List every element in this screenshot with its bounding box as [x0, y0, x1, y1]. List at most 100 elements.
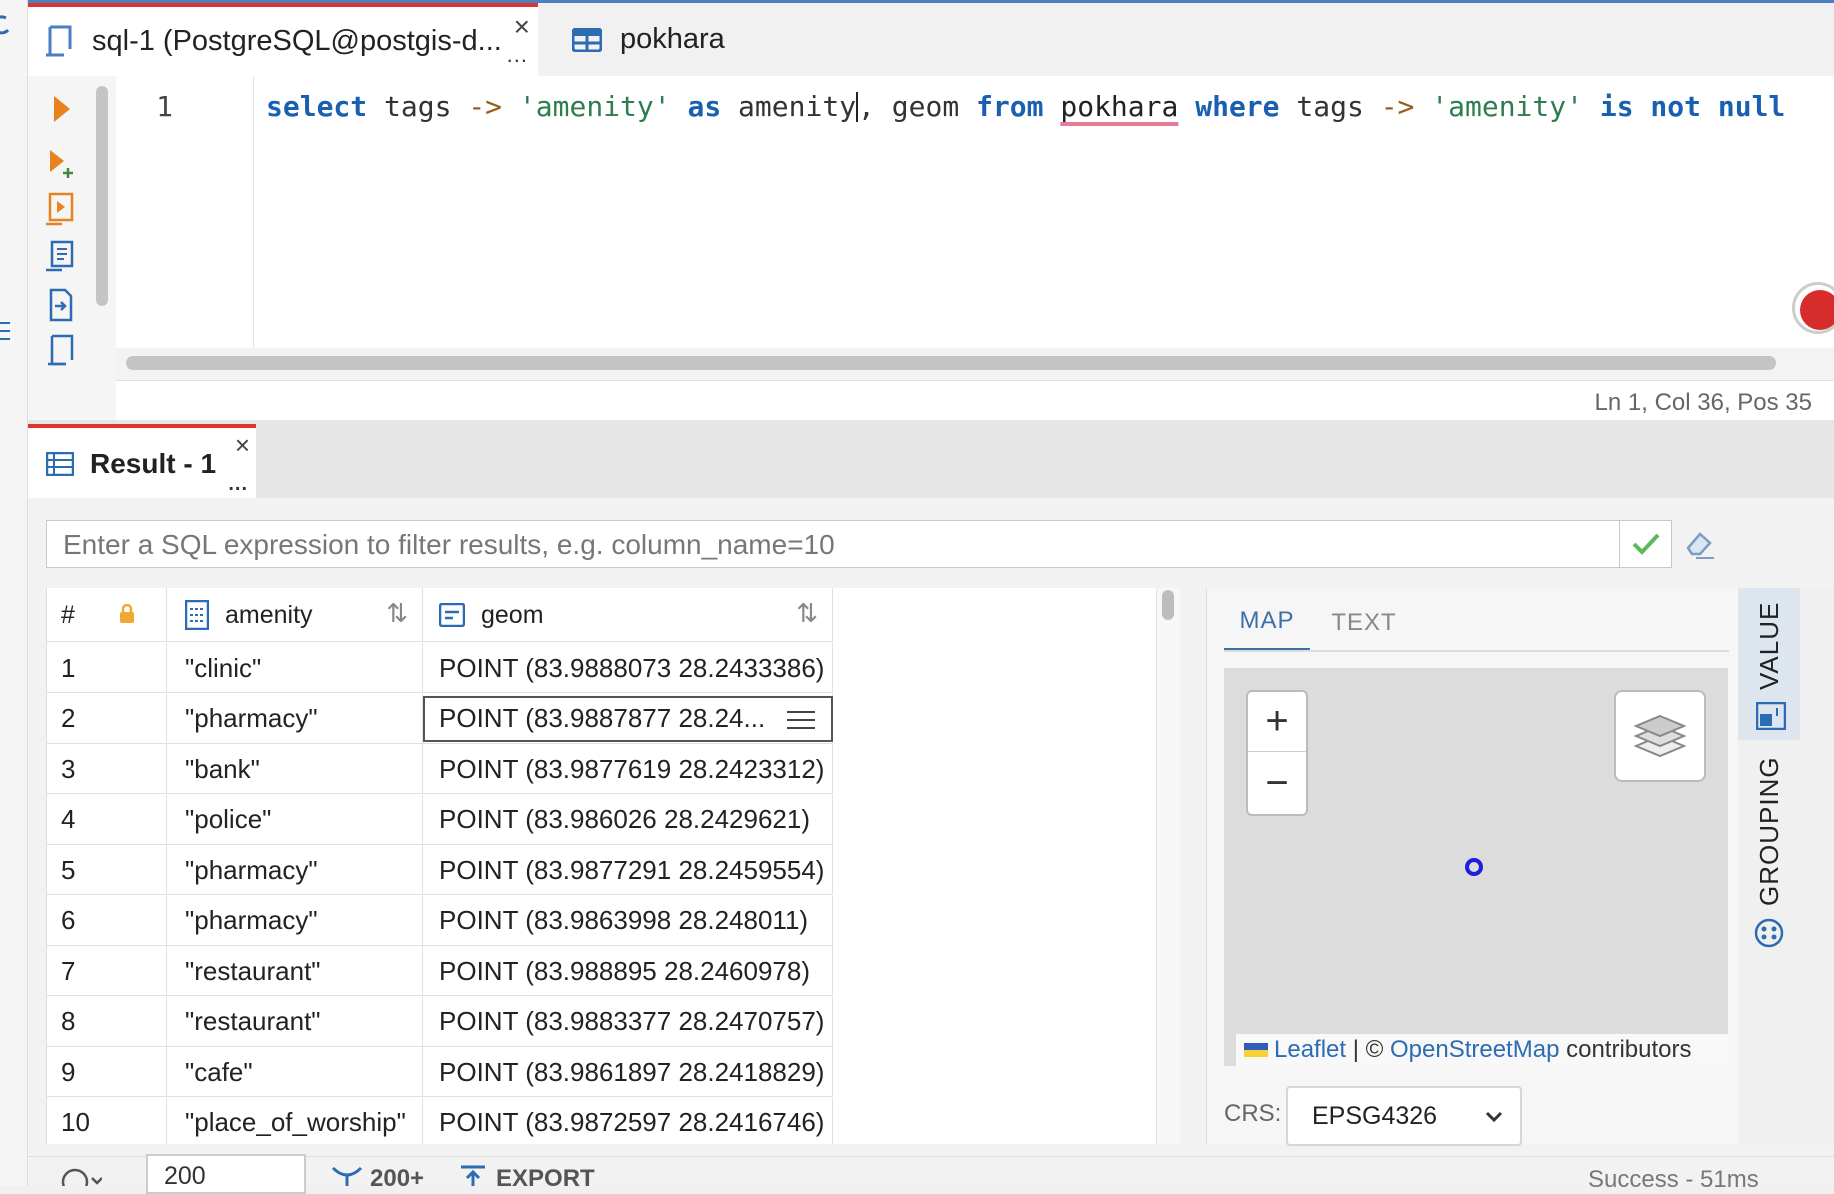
fetch-count[interactable]: 200+ [370, 1165, 424, 1193]
selected-cell-outline[interactable] [423, 696, 833, 742]
sort-icon[interactable]: ⇅ [796, 598, 818, 629]
zoom-in-button[interactable]: + [1248, 692, 1306, 752]
run-icon[interactable] [44, 92, 78, 126]
geom-cell[interactable]: POINT (83.988895 28.2460978) [423, 946, 833, 996]
tab-label: sql-1 (PostgreSQL@postgis-d... [92, 25, 502, 57]
table-row[interactable]: 5 "pharmacy" POINT (83.9877291 28.2459554) [47, 845, 833, 895]
amenity-cell[interactable]: "cafe" [167, 1047, 423, 1097]
table-row[interactable]: 7 "restaurant" POINT (83.988895 28.2460978… [47, 946, 833, 996]
code-token: amenity [721, 90, 857, 123]
geom-cell[interactable]: POINT (83.9883377 28.2470757) [423, 996, 833, 1047]
grid-vertical-scrollbar[interactable] [1156, 588, 1180, 1144]
amenity-cell[interactable]: "restaurant" [167, 996, 423, 1047]
geom-cell[interactable]: POINT (83.9877619 28.2423312) [423, 744, 833, 794]
geom-cell[interactable]: POINT (83.986026 28.2429621) [423, 794, 833, 845]
side-tab-value-label: VALUE [1754, 601, 1784, 690]
editor-horizontal-scroll-thumb[interactable] [126, 356, 1776, 370]
map-point-marker[interactable] [1465, 858, 1483, 876]
layers-button[interactable] [1614, 690, 1706, 782]
crs-value: EPSG4326 [1312, 1101, 1438, 1130]
export-icon[interactable] [458, 1164, 488, 1186]
fetch-more-icon[interactable] [330, 1164, 364, 1186]
row-number-cell[interactable]: 10 [47, 1097, 167, 1144]
row-number-cell[interactable]: 7 [47, 946, 167, 996]
tab-pokhara[interactable]: pokhara [548, 3, 848, 76]
refresh-icon[interactable] [0, 14, 12, 38]
close-tab-icon[interactable]: × [514, 11, 530, 43]
column-header-label: # [61, 600, 75, 629]
crs-select[interactable]: EPSG4326 [1286, 1086, 1522, 1146]
tab-more-icon[interactable]: ... [507, 42, 528, 68]
row-number-cell[interactable]: 8 [47, 996, 167, 1047]
crs-label: CRS: [1224, 1100, 1282, 1127]
sql-code-line[interactable]: select tags -> 'amenity' as amenity, geo… [266, 76, 1826, 136]
column-header-geom[interactable]: geom ⇅ [423, 588, 833, 642]
row-number-cell[interactable]: 1 [47, 643, 167, 693]
geom-cell[interactable]: POINT (83.9861897 28.2418829) [423, 1047, 833, 1097]
table-row[interactable]: 1 "clinic" POINT (83.9888073 28.2433386) [47, 643, 833, 693]
outer-gutter [0, 0, 28, 1186]
refresh-results-icon[interactable] [60, 1166, 102, 1186]
column-header-amenity[interactable]: amenity ⇅ [167, 588, 423, 642]
osm-link[interactable]: OpenStreetMap [1390, 1036, 1559, 1063]
amenity-cell[interactable]: "place_of_worship" [167, 1097, 423, 1144]
amenity-cell[interactable]: "restaurant" [167, 946, 423, 996]
amenity-cell[interactable]: "pharmacy" [167, 895, 423, 946]
table-row[interactable]: 6 "pharmacy" POINT (83.9863998 28.248011) [47, 895, 833, 946]
geom-cell[interactable]: POINT (83.9872597 28.2416746) [423, 1097, 833, 1144]
tab-map[interactable]: MAP [1224, 594, 1310, 652]
script-icon[interactable] [44, 334, 78, 368]
grid-vertical-scroll-thumb[interactable] [1162, 590, 1174, 620]
grouping-icon[interactable] [1754, 918, 1784, 948]
amenity-cell[interactable]: "pharmacy" [167, 693, 423, 744]
leaflet-link[interactable]: Leaflet [1274, 1036, 1346, 1063]
table-row[interactable]: 10 "place_of_worship" POINT (83.9872597 28… [47, 1097, 833, 1144]
menu-icon[interactable] [0, 320, 12, 342]
row-number-cell[interactable]: 9 [47, 1047, 167, 1097]
side-tab-grouping-label[interactable]: GROUPING [1754, 756, 1785, 906]
row-number-cell[interactable]: 5 [47, 845, 167, 895]
tab-sql-1[interactable]: sql-1 (PostgreSQL@postgis-d... × ... [28, 3, 538, 76]
load-script-icon[interactable] [44, 288, 78, 322]
geom-cell[interactable]: POINT (83.9863998 28.248011) [423, 895, 833, 946]
amenity-cell[interactable]: "pharmacy" [167, 845, 423, 895]
tab-result-1[interactable]: Result - 1 × ... [28, 424, 256, 500]
apply-filter-button[interactable] [1620, 520, 1672, 568]
result-tab-more-icon[interactable]: ... [228, 473, 248, 496]
value-viewer-icon [1756, 702, 1786, 730]
table-row[interactable]: 3 "bank" POINT (83.9877619 28.2423312) [47, 744, 833, 794]
zoom-out-button[interactable]: − [1248, 752, 1306, 814]
close-result-tab-icon[interactable]: × [235, 430, 250, 461]
chevron-down-icon [1485, 1111, 1503, 1123]
table-icon [572, 27, 602, 52]
column-header-num[interactable]: # [47, 588, 167, 642]
export-button[interactable]: EXPORT [496, 1165, 595, 1193]
row-number-cell[interactable]: 4 [47, 794, 167, 845]
eraser-icon[interactable] [1682, 526, 1718, 562]
row-number-cell[interactable]: 3 [47, 744, 167, 794]
editor-toolbar [28, 76, 88, 420]
row-number-cell[interactable]: 2 [47, 693, 167, 744]
geom-cell[interactable]: POINT (83.9877291 28.2459554) [423, 845, 833, 895]
geom-cell[interactable]: POINT (83.9888073 28.2433386) [423, 643, 833, 693]
row-limit-input[interactable]: 200 [146, 1154, 306, 1194]
code-token: is [1599, 90, 1634, 123]
tab-text[interactable]: TEXT [1316, 594, 1412, 652]
sort-icon[interactable]: ⇅ [386, 598, 408, 629]
amenity-cell[interactable]: "police" [167, 794, 423, 845]
explain-plan-icon[interactable] [44, 240, 78, 274]
table-row[interactable]: 9 "cafe" POINT (83.9861897 28.2418829) [47, 1047, 833, 1097]
editor-vertical-scroll-thumb[interactable] [96, 86, 108, 306]
amenity-cell[interactable]: "clinic" [167, 643, 423, 693]
filter-input[interactable]: Enter a SQL expression to filter results… [46, 520, 1620, 568]
row-number-cell[interactable]: 6 [47, 895, 167, 946]
amenity-cell[interactable]: "bank" [167, 744, 423, 794]
ukraine-flag-icon [1244, 1043, 1268, 1057]
cell-menu-icon[interactable] [785, 710, 817, 730]
execute-script-icon[interactable] [44, 192, 78, 226]
table-row[interactable]: 4 "police" POINT (83.986026 28.2429621) [47, 794, 833, 845]
run-new-tab-icon[interactable] [44, 146, 78, 180]
layers-icon [1634, 714, 1686, 758]
table-row[interactable]: 8 "restaurant" POINT (83.9883377 28.247075… [47, 996, 833, 1047]
